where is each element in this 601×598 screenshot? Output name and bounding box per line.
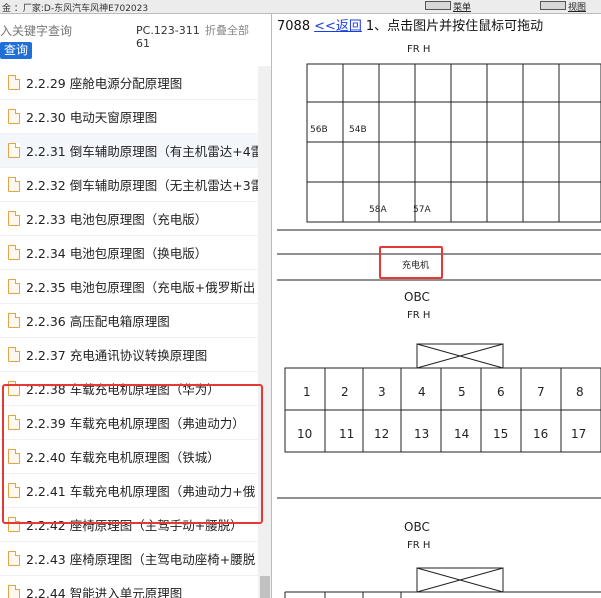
tree-item-label: 2.2.37 充电通讯协议转换原理图 bbox=[26, 348, 208, 363]
tree-item[interactable]: 2.2.34 电池包原理图（换电版） bbox=[0, 236, 258, 270]
tree-item[interactable]: 2.2.30 电动天窗原理图 bbox=[0, 100, 258, 134]
picture-icon bbox=[540, 1, 566, 10]
file-icon bbox=[8, 313, 20, 328]
search-area: 查询 PC.123-31161 折叠全部 bbox=[0, 14, 271, 64]
breadcrumb: 金 ：厂家:D-东风汽车风神E702023 bbox=[2, 4, 149, 14]
tree-item[interactable]: 2.2.37 充电通讯协议转换原理图 bbox=[0, 338, 258, 372]
file-icon bbox=[8, 551, 20, 566]
pin-bottom-14: 14 bbox=[454, 427, 469, 441]
tree-item-label: 2.2.43 座椅原理图（主驾电动座椅+腰脱 bbox=[26, 552, 256, 567]
charger-label: 充电机 bbox=[402, 259, 429, 271]
pin-top-4: 4 bbox=[418, 385, 426, 399]
scrollbar[interactable] bbox=[258, 66, 271, 598]
pin-bottom-17: 17 bbox=[571, 427, 586, 441]
pc-code: PC.123-31161 bbox=[136, 24, 200, 50]
top-bar: 金 ：厂家:D-东风汽车风神E702023 菜单 视图 bbox=[0, 0, 601, 14]
app-window: 金 ：厂家:D-东风汽车风神E702023 菜单 视图 查询 PC.123-31… bbox=[0, 0, 601, 598]
left-panel: 查询 PC.123-31161 折叠全部 2.2.29 座舱电源分配原理图2.2… bbox=[0, 14, 272, 598]
tree-item[interactable]: 2.2.36 高压配电箱原理图 bbox=[0, 304, 258, 338]
collapse-all-button[interactable]: 折叠全部 bbox=[205, 24, 249, 37]
file-icon bbox=[8, 347, 20, 362]
tree-item[interactable]: 2.2.29 座舱电源分配原理图 bbox=[0, 66, 258, 100]
tree-list: 2.2.29 座舱电源分配原理图 2.2.30 电动天窗原理图 2.2.31 倒车辅… bbox=[0, 66, 258, 598]
pin-top-1: 1 bbox=[303, 385, 311, 399]
tree-item[interactable]: 2.2.40 车载充电机原理图（铁城） bbox=[0, 440, 258, 474]
diagram-viewer: 7088 <<返回 1、点击图片并按住鼠标可拖动 FR H 56B 54B 58… bbox=[277, 14, 601, 598]
tree-item[interactable]: 2.2.39 车载充电机原理图（弗迪动力） bbox=[0, 406, 258, 440]
doc-number: 7088 bbox=[277, 19, 311, 34]
file-icon bbox=[8, 109, 20, 124]
file-icon bbox=[8, 279, 20, 294]
file-icon bbox=[8, 517, 20, 532]
tree-item-label: 2.2.31 倒车辅助原理图（有主机雷达+4雷 bbox=[26, 144, 258, 159]
tree-item-label: 2.2.44 智能进入单元原理图 bbox=[26, 586, 183, 598]
tree-item[interactable]: 2.2.44 智能进入单元原理图 bbox=[0, 576, 258, 598]
file-icon bbox=[8, 415, 20, 430]
pin-top-5: 5 bbox=[458, 385, 466, 399]
menu-button[interactable]: 菜单 bbox=[425, 0, 471, 13]
file-icon bbox=[8, 381, 20, 396]
tree-item[interactable]: 2.2.43 座椅原理图（主驾电动座椅+腰脱 bbox=[0, 542, 258, 576]
search-input[interactable] bbox=[0, 24, 128, 38]
pin-top-7: 7 bbox=[537, 385, 545, 399]
pin-top-3: 3 bbox=[378, 385, 386, 399]
file-icon bbox=[8, 483, 20, 498]
scrollbar-thumb[interactable] bbox=[260, 576, 270, 598]
pin-label-54b: 54B bbox=[349, 125, 367, 135]
tree-item-label: 2.2.29 座舱电源分配原理图 bbox=[26, 76, 183, 91]
tree-item[interactable]: 2.2.38 车载充电机原理图（华为） bbox=[0, 372, 258, 406]
tree-item[interactable]: 2.2.31 倒车辅助原理图（有主机雷达+4雷 bbox=[0, 134, 258, 168]
obc-sub: FR H bbox=[407, 310, 430, 321]
file-icon bbox=[8, 177, 20, 192]
pin-bottom-12: 12 bbox=[374, 427, 389, 441]
tree-item-label: 2.2.32 倒车辅助原理图（无主机雷达+3雷 bbox=[26, 178, 258, 193]
tree-item-label: 2.2.34 电池包原理图（换电版） bbox=[26, 246, 208, 261]
file-icon bbox=[8, 585, 20, 598]
tree-item-label: 2.2.30 电动天窗原理图 bbox=[26, 110, 158, 125]
tree-item[interactable]: 2.2.42 座椅原理图（主驾手动+腰脱） bbox=[0, 508, 258, 542]
tree-item[interactable]: 2.2.35 电池包原理图（充电版+俄罗斯出 bbox=[0, 270, 258, 304]
pin-bottom-13: 13 bbox=[414, 427, 429, 441]
obc-code: OBC bbox=[404, 290, 430, 304]
pin-label-57a: 57A bbox=[413, 205, 431, 215]
tree-item[interactable]: 2.2.33 电池包原理图（充电版） bbox=[0, 202, 258, 236]
menu-icon bbox=[425, 1, 451, 10]
pin-bottom-10: 10 bbox=[297, 427, 312, 441]
pin-bottom-15: 15 bbox=[493, 427, 508, 441]
tree-item-label: 2.2.33 电池包原理图（充电版） bbox=[26, 212, 208, 227]
tree-item-label: 2.2.42 座椅原理图（主驾手动+腰脱） bbox=[26, 518, 243, 533]
file-icon bbox=[8, 143, 20, 158]
pin-label-56b: 56B bbox=[310, 125, 328, 135]
tree-item-label: 2.2.41 车载充电机原理图（弗迪动力+俄 bbox=[26, 484, 256, 499]
obc-sub-2: FR H bbox=[407, 540, 430, 551]
pin-bottom-16: 16 bbox=[533, 427, 548, 441]
file-icon bbox=[8, 449, 20, 464]
top-label: FR H bbox=[407, 44, 430, 55]
file-icon bbox=[8, 245, 20, 260]
pin-bottom-11: 11 bbox=[339, 427, 354, 441]
tree-item-label: 2.2.38 车载充电机原理图（华为） bbox=[26, 382, 220, 397]
tree-item[interactable]: 2.2.32 倒车辅助原理图（无主机雷达+3雷 bbox=[0, 168, 258, 202]
file-icon bbox=[8, 75, 20, 90]
pin-label-58a: 58A bbox=[369, 205, 387, 215]
search-button[interactable]: 查询 bbox=[0, 42, 33, 59]
picture-button[interactable]: 视图 bbox=[540, 0, 586, 13]
pin-top-2: 2 bbox=[341, 385, 349, 399]
instruction-text: 1、点击图片并按住鼠标可拖动 bbox=[365, 19, 544, 34]
pin-top-8: 8 bbox=[576, 385, 584, 399]
file-icon bbox=[8, 211, 20, 226]
back-link[interactable]: <<返回 bbox=[314, 19, 362, 34]
tree-item-label: 2.2.35 电池包原理图（充电版+俄罗斯出 bbox=[26, 280, 256, 295]
wiring-diagram[interactable]: FR H 56B 54B 58A 57A 充电机 OBC FR H 1 2 3 … bbox=[277, 36, 601, 598]
obc-code-2: OBC bbox=[404, 520, 430, 534]
pin-top-6: 6 bbox=[497, 385, 505, 399]
tree-item[interactable]: 2.2.41 车载充电机原理图（弗迪动力+俄 bbox=[0, 474, 258, 508]
tree-item-label: 2.2.40 车载充电机原理图（铁城） bbox=[26, 450, 220, 465]
tree-item-label: 2.2.39 车载充电机原理图（弗迪动力） bbox=[26, 416, 245, 431]
viewer-header: 7088 <<返回 1、点击图片并按住鼠标可拖动 bbox=[277, 15, 543, 35]
tree-item-label: 2.2.36 高压配电箱原理图 bbox=[26, 314, 170, 329]
